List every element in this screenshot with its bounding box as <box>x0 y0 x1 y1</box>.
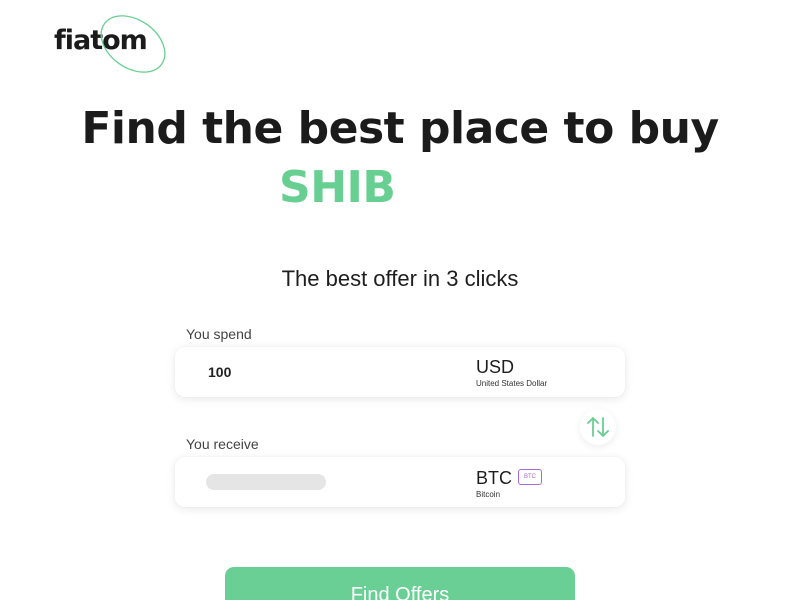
spend-label: You spend <box>186 326 252 342</box>
headline: Find the best place to buy <box>81 103 719 154</box>
network-badge: BTC <box>518 469 542 485</box>
logo-ring-icon <box>100 15 166 73</box>
receive-currency-name: Bitcoin <box>476 490 501 499</box>
receive-amount-loading <box>206 474 326 490</box>
logo[interactable]: fiatom <box>54 14 166 74</box>
receive-currency-code: BTC <box>476 468 512 488</box>
spend-card: 100 USD United States Dollar <box>175 347 625 397</box>
spend-amount-input[interactable]: 100 <box>208 364 231 380</box>
swap-button[interactable] <box>580 409 616 445</box>
receive-card: BTC BTC Bitcoin <box>175 457 625 507</box>
subtitle: The best offer in 3 clicks <box>281 266 519 291</box>
spend-currency-code: USD <box>476 357 515 377</box>
spend-currency-name: United States Dollar <box>476 379 548 388</box>
receive-currency-select[interactable]: BTC BTC Bitcoin <box>476 468 542 500</box>
receive-label: You receive <box>186 436 259 452</box>
spend-currency-select[interactable]: USD United States Dollar <box>476 357 547 389</box>
headline-coin: SHIB <box>279 162 396 213</box>
find-offers-button[interactable]: Find Offers <box>225 567 575 600</box>
swap-arrows-icon <box>587 417 609 437</box>
page: fiatom Find the best place to buy SHIB T… <box>0 0 800 600</box>
receive-currency-row: BTC BTC <box>476 468 542 489</box>
